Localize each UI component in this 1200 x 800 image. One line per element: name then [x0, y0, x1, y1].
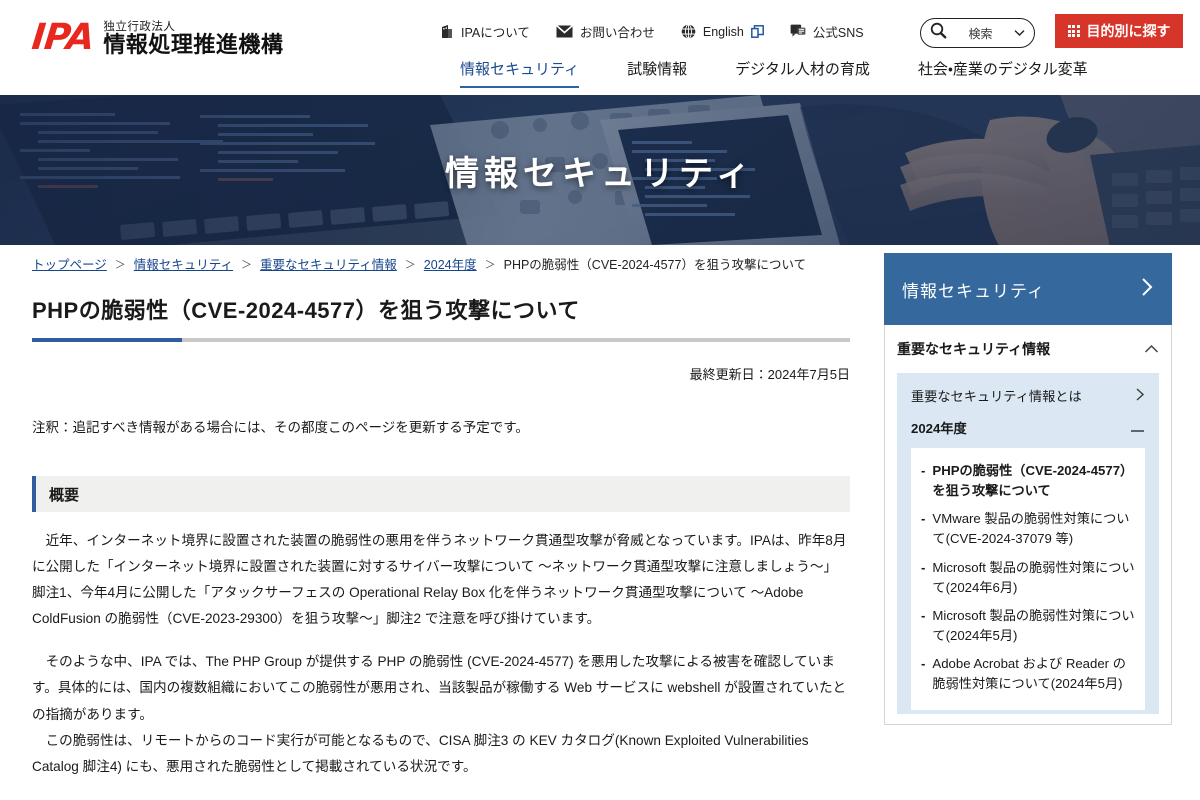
building-icon [440, 24, 454, 39]
main-column: PHPの脆弱性（CVE-2024-4577）を狙う攻撃について 最終更新日：20… [32, 293, 850, 780]
utility-label: IPAについて [461, 26, 530, 40]
sidebar-item-label: PHPの脆弱性（CVE-2024-4577）を狙う攻撃について [932, 463, 1134, 499]
chevron-down-icon[interactable] [1014, 24, 1025, 42]
page-content: トップページ ＞ 情報セキュリティ ＞ 重要なセキュリティ情報 ＞ 2024年度… [0, 245, 1200, 800]
dash-icon: - [921, 655, 926, 671]
section-heading-overview: 概要 [32, 476, 850, 512]
nav-item-exam[interactable]: 試験情報 [627, 58, 687, 88]
sidebar-accordion-year-2024[interactable]: 2024年度 [897, 415, 1159, 448]
site-header: IPA 独立行政法人 情報処理推進機構 IPAについて お問い合わせ Engli… [0, 0, 1200, 95]
breadcrumb-link-important-info[interactable]: 重要なセキュリティ情報 [260, 254, 397, 273]
dash-icon: - [921, 559, 926, 575]
sidebar-header-security[interactable]: 情報セキュリティ [884, 253, 1172, 325]
last-updated-date: 最終更新日：2024年7月5日 [689, 367, 850, 382]
search-box[interactable]: 検索 [920, 18, 1035, 48]
utility-item-sns[interactable]: 公式SNS [790, 22, 864, 41]
breadcrumb-link-security[interactable]: 情報セキュリティ [134, 254, 233, 273]
sidebar-year-label: 2024年度 [911, 421, 967, 437]
sidebar-body: 重要なセキュリティ情報 重要なセキュリティ情報とは 2024年度 - PHPの脆… [884, 325, 1172, 725]
dash-icon: - [921, 463, 926, 479]
utility-item-contact[interactable]: お問い合わせ [555, 22, 655, 41]
main-nav: 情報セキュリティ 試験情報 デジタル人材の育成 社会・産業のデジタル変革 [460, 58, 1088, 88]
chevron-up-icon[interactable] [1144, 341, 1159, 357]
sidebar-article-list: - PHPの脆弱性（CVE-2024-4577）を狙う攻撃について - VMwa… [911, 448, 1145, 710]
paragraph-3: この脆弱性は、リモートからのコード実行が可能となるもので、CISA 脚注3 の … [32, 732, 809, 774]
dash-icon: - [921, 607, 926, 623]
section-heading-label: 概要 [49, 486, 80, 504]
list-item[interactable]: - PHPの脆弱性（CVE-2024-4577）を狙う攻撃について [921, 457, 1135, 505]
breadcrumb: トップページ ＞ 情報セキュリティ ＞ 重要なセキュリティ情報 ＞ 2024年度… [32, 254, 806, 273]
page-note: 注釈：追記すべき情報がある場合には、その都度このページを更新する予定です。 [32, 420, 529, 435]
sidebar-accordion-label: 重要なセキュリティ情報 [897, 341, 1051, 357]
breadcrumb-link-year[interactable]: 2024年度 [424, 254, 477, 273]
chevron-right-icon [1135, 387, 1145, 407]
breadcrumb-separator: ＞ [404, 258, 416, 271]
sidebar: 情報セキュリティ 重要なセキュリティ情報 重要なセキュリティ情報とは 2024年… [884, 253, 1172, 725]
list-item[interactable]: - Microsoft 製品の脆弱性対策について(2024年6月) [921, 554, 1135, 602]
list-item[interactable]: - VMware 製品の脆弱性対策について(CVE-2024-37079 等) [921, 505, 1135, 553]
search-input[interactable]: 検索 [952, 25, 1009, 42]
nav-item-security[interactable]: 情報セキュリティ [460, 58, 580, 88]
globe-icon [681, 24, 696, 39]
purpose-search-button[interactable]: 目的別に探す [1055, 14, 1183, 48]
search-icon [930, 22, 947, 44]
sns-icon [790, 24, 806, 39]
page-title: PHPの脆弱性（CVE-2024-4577）を狙う攻撃について [32, 298, 580, 323]
breadcrumb-separator: ＞ [484, 258, 496, 271]
hero-title: 情報セキュリティ [445, 154, 755, 193]
breadcrumb-separator: ＞ [241, 258, 253, 271]
nav-item-digital-talent[interactable]: デジタル人材の育成 [735, 58, 870, 88]
sidebar-link-what-is-important-info[interactable]: 重要なセキュリティ情報とは [897, 383, 1159, 415]
minus-icon[interactable] [1130, 419, 1145, 438]
sidebar-header-label: 情報セキュリティ [902, 281, 1045, 301]
nav-item-digital-transformation[interactable]: 社会・産業のデジタル変革 [918, 58, 1088, 88]
paragraph-2: そのような中、IPA では、The PHP Group が提供する PHP の脆… [32, 654, 847, 722]
grid-icon [1067, 25, 1080, 37]
paragraph-1: 近年、インターネット境界に設置された装置の脆弱性の悪用を伴うネットワーク貫通型攻… [32, 533, 847, 627]
purpose-button-label: 目的別に探す [1086, 23, 1171, 39]
title-divider [32, 338, 850, 342]
ipa-logo-mark: IPA [29, 17, 96, 58]
dash-icon: - [921, 511, 926, 527]
logo-title: 情報処理推進機構 [103, 31, 284, 57]
utility-nav: IPAについて お問い合わせ English 公式SNS [440, 22, 864, 41]
sidebar-item-label: Microsoft 製品の脆弱性対策について(2024年6月) [932, 559, 1135, 595]
external-link-icon [750, 25, 764, 38]
utility-label: お問い合わせ [579, 26, 655, 40]
sidebar-item-label: Adobe Acrobat および Reader の脆弱性対策について(2024… [932, 655, 1126, 691]
mail-icon [555, 25, 573, 38]
chevron-right-icon [1141, 277, 1154, 302]
breadcrumb-link-top[interactable]: トップページ [32, 254, 107, 273]
hero-banner: 情報セキュリティ [0, 95, 1200, 245]
utility-item-english[interactable]: English [681, 24, 764, 39]
site-logo[interactable]: IPA 独立行政法人 情報処理推進機構 [29, 17, 284, 58]
list-item[interactable]: - Adobe Acrobat および Reader の脆弱性対策について(20… [921, 650, 1135, 698]
breadcrumb-current: PHPの脆弱性（CVE-2024-4577）を狙う攻撃について [503, 258, 807, 272]
utility-label: 公式SNS [812, 26, 864, 40]
breadcrumb-separator: ＞ [114, 258, 126, 271]
sidebar-accordion-important-info[interactable]: 重要なセキュリティ情報 [897, 325, 1159, 373]
list-item[interactable]: - Microsoft 製品の脆弱性対策について(2024年5月) [921, 602, 1135, 650]
utility-label: English [702, 24, 744, 39]
sidebar-panel-link-label: 重要なセキュリティ情報とは [911, 389, 1082, 404]
utility-item-about[interactable]: IPAについて [440, 22, 530, 41]
sidebar-item-label: VMware 製品の脆弱性対策について(CVE-2024-37079 等) [932, 511, 1130, 547]
sidebar-panel: 重要なセキュリティ情報とは 2024年度 - PHPの脆弱性（CVE-2024-… [897, 373, 1159, 714]
sidebar-item-label: Microsoft 製品の脆弱性対策について(2024年5月) [932, 607, 1135, 643]
